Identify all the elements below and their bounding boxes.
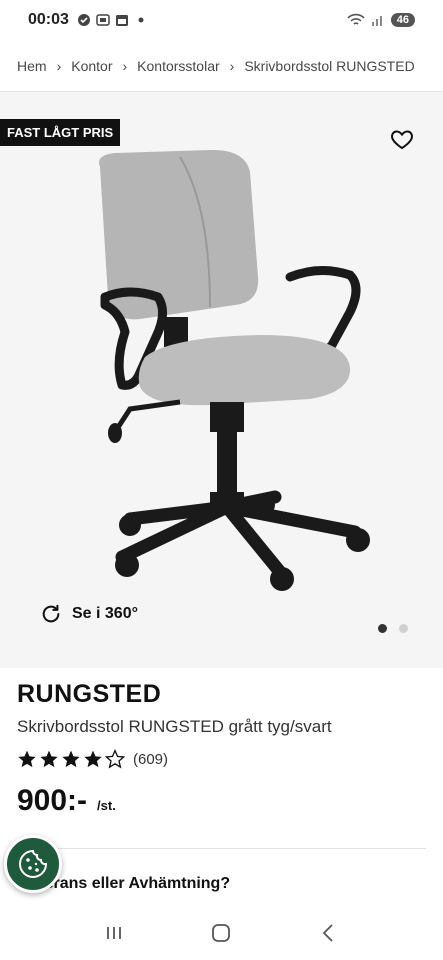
chevron-right-icon: › — [56, 57, 62, 74]
recents-icon[interactable] — [102, 921, 126, 945]
android-navigation-bar — [0, 905, 443, 960]
back-icon[interactable] — [317, 921, 341, 945]
breadcrumb: Hem › Kontor › Kontorsstolar › Skrivbord… — [0, 40, 443, 92]
wifi-icon — [347, 13, 365, 25]
star-icon — [40, 750, 58, 768]
review-count: (609) — [133, 750, 169, 768]
notification-icons — [77, 13, 148, 27]
star-icon — [62, 750, 80, 768]
product-price: 900:- /st. — [17, 784, 116, 818]
screenshot-notification-icon — [96, 13, 110, 27]
price-badge: FAST LÅGT PRIS — [0, 119, 121, 146]
product-rating[interactable]: (609) — [17, 749, 168, 769]
chevron-right-icon: › — [122, 57, 128, 74]
home-icon[interactable] — [209, 921, 233, 945]
breadcrumb-office-chairs[interactable]: Kontorsstolar — [137, 58, 219, 74]
view-360-label: Se i 360° — [72, 605, 138, 622]
breadcrumb-office[interactable]: Kontor — [71, 58, 112, 74]
carousel-dot-active[interactable] — [378, 624, 387, 633]
office-chair-image — [99, 149, 370, 591]
star-icon — [84, 750, 102, 768]
breadcrumb-current-product[interactable]: Skrivbordsstol RUNGSTED — [244, 58, 414, 74]
section-divider — [17, 848, 426, 849]
carousel-indicator — [378, 624, 408, 633]
system-icons: 46 — [347, 13, 415, 27]
price-unit: /st. — [97, 798, 116, 813]
status-bar: 00:03 46 — [0, 0, 443, 40]
price-value: 900:- — [17, 784, 88, 817]
star-outline-icon — [105, 749, 125, 769]
product-name: RUNGSTED — [17, 680, 162, 708]
cookie-icon — [19, 849, 48, 878]
breadcrumb-home[interactable]: Hem — [17, 58, 47, 74]
chevron-right-icon: › — [229, 57, 235, 74]
favorite-button[interactable] — [388, 126, 416, 154]
star-icon — [18, 750, 36, 768]
carousel-dot[interactable] — [399, 624, 408, 633]
view-360-button[interactable]: Se i 360° — [40, 603, 138, 625]
calendar-notification-icon — [115, 13, 129, 27]
dot-notification-icon — [134, 13, 148, 27]
settings-notification-icon — [77, 13, 91, 27]
status-time: 00:03 — [28, 11, 69, 28]
product-description: Skrivbordsstol RUNGSTED grått tyg/svart — [17, 717, 332, 736]
cookie-settings-button[interactable] — [4, 835, 62, 893]
heart-icon — [391, 129, 413, 149]
battery-indicator: 46 — [390, 13, 415, 27]
rotate-icon — [42, 604, 60, 623]
product-image-carousel[interactable]: FAST LÅGT PRIS Se i 360° — [0, 92, 443, 668]
signal-icon — [371, 16, 382, 26]
